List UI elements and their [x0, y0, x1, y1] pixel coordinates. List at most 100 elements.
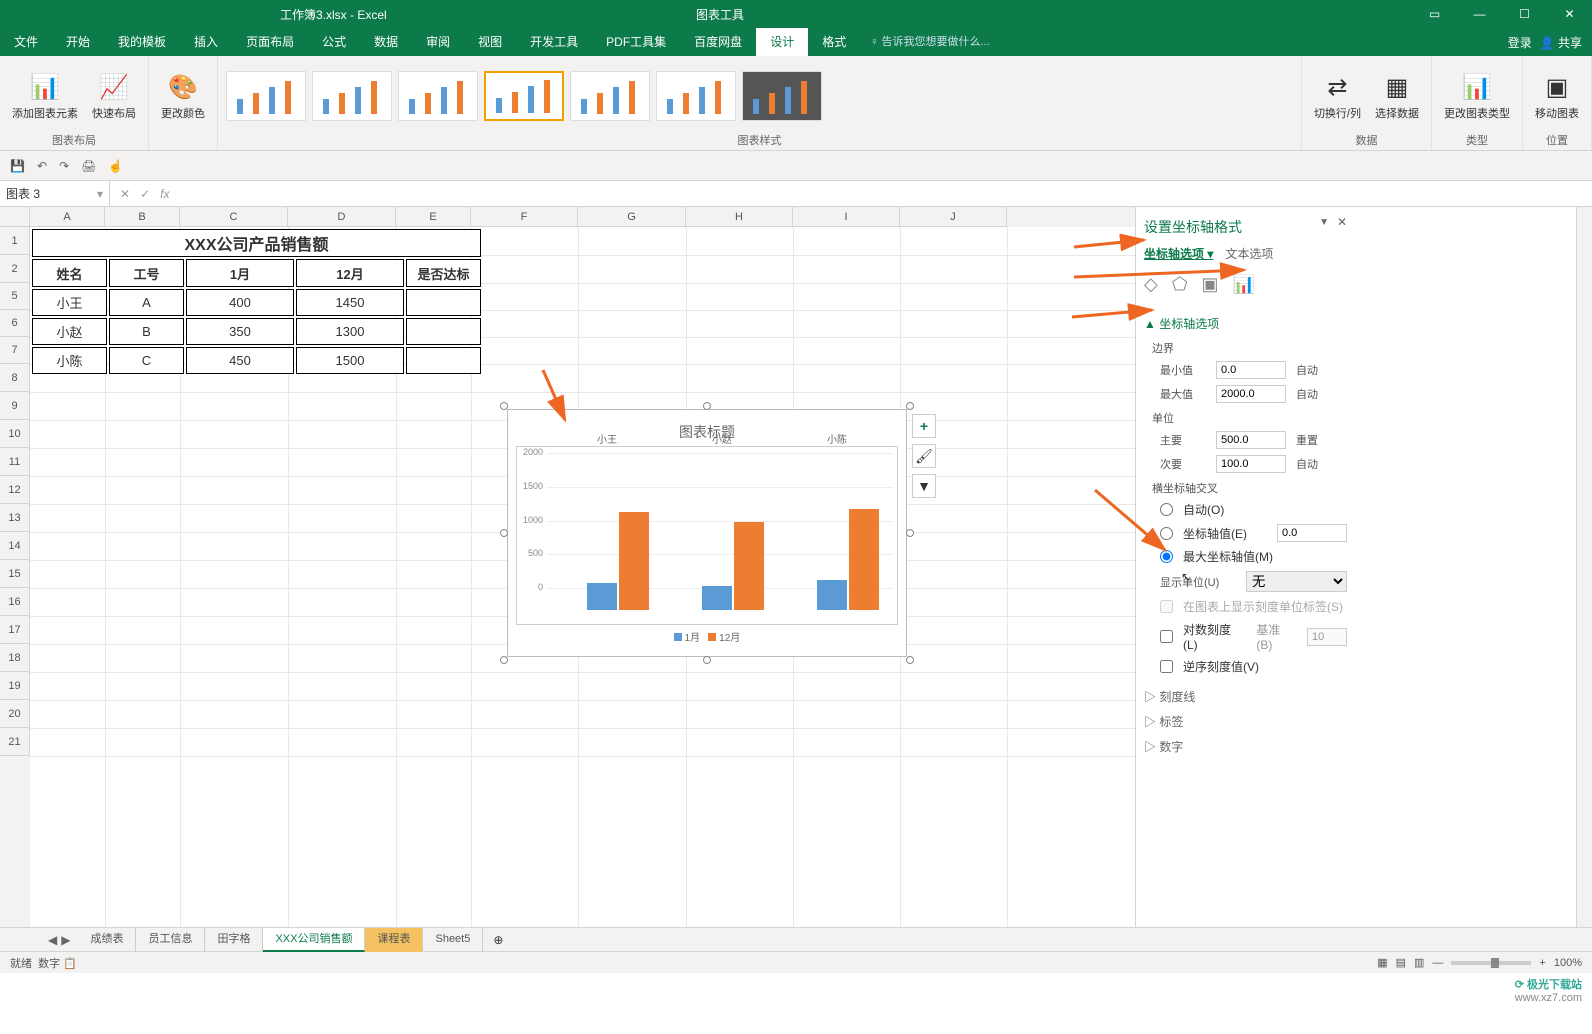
chart-styles-button[interactable]: 🖌 — [912, 444, 936, 468]
section-number[interactable]: ▷ 数字 — [1144, 734, 1347, 759]
tab-格式[interactable]: 格式 — [808, 28, 860, 56]
add-sheet-button[interactable]: ⊕ — [483, 933, 513, 947]
row-header[interactable]: 8 — [0, 364, 30, 392]
row-header[interactable]: 5 — [0, 283, 30, 310]
reverse-checkbox[interactable] — [1160, 660, 1173, 673]
cross-auto-radio[interactable] — [1160, 503, 1173, 516]
chart-style-3[interactable] — [398, 71, 478, 121]
sheet-nav-next[interactable]: ▶ — [61, 933, 70, 947]
touch-icon[interactable]: ☝ — [108, 159, 123, 173]
cross-max-radio[interactable] — [1160, 550, 1173, 563]
select-all-cell[interactable] — [0, 207, 30, 227]
cross-value-input[interactable] — [1277, 524, 1347, 542]
col-header[interactable]: J — [900, 207, 1007, 227]
sheet-tab[interactable]: XXX公司销售额 — [263, 928, 365, 952]
switch-row-col-button[interactable]: ⇄切换行/列 — [1310, 69, 1365, 123]
chart-bar[interactable] — [702, 586, 732, 610]
normal-view-icon[interactable]: ▦ — [1377, 956, 1387, 969]
tab-开始[interactable]: 开始 — [52, 28, 104, 56]
sheet-tab[interactable]: 员工信息 — [136, 928, 205, 952]
row-header[interactable]: 19 — [0, 672, 30, 700]
minor-unit-input[interactable] — [1216, 455, 1286, 473]
row-header[interactable]: 20 — [0, 700, 30, 728]
effects-icon[interactable]: ⬠ — [1172, 274, 1188, 295]
row-header[interactable]: 2 — [0, 255, 30, 283]
tab-PDF工具集[interactable]: PDF工具集 — [592, 28, 680, 56]
change-chart-type-button[interactable]: 📊更改图表类型 — [1440, 69, 1514, 123]
maximize-button[interactable]: ☐ — [1502, 0, 1547, 28]
col-header[interactable]: F — [471, 207, 578, 227]
col-header[interactable]: I — [793, 207, 900, 227]
chart-legend[interactable]: 1月 12月 — [516, 625, 898, 648]
tab-百度网盘[interactable]: 百度网盘 — [680, 28, 756, 56]
change-colors-button[interactable]: 🎨更改颜色 — [157, 69, 209, 123]
tell-me-input[interactable]: ♀ 告诉我您想要做什么... — [870, 28, 989, 56]
col-header[interactable]: D — [288, 207, 396, 227]
select-data-button[interactable]: ▦选择数据 — [1371, 69, 1423, 123]
cross-value-radio[interactable] — [1160, 527, 1173, 540]
row-header[interactable]: 9 — [0, 392, 30, 420]
enter-icon[interactable]: ✓ — [140, 187, 150, 201]
row-header[interactable]: 12 — [0, 476, 30, 504]
tab-axis-options[interactable]: 坐标轴选项 ▾ — [1144, 245, 1213, 262]
tab-公式[interactable]: 公式 — [308, 28, 360, 56]
sheet-tab[interactable]: 课程表 — [365, 928, 423, 952]
log-scale-checkbox[interactable] — [1160, 630, 1173, 643]
display-unit-select[interactable]: 无 — [1246, 571, 1347, 592]
zoom-slider[interactable] — [1451, 961, 1531, 965]
chart-bar[interactable] — [734, 522, 764, 610]
sheet-tab[interactable]: 成绩表 — [78, 928, 136, 952]
col-header[interactable]: B — [105, 207, 180, 227]
vertical-scrollbar[interactable] — [1576, 207, 1592, 927]
chart-style-6[interactable] — [656, 71, 736, 121]
tab-数据[interactable]: 数据 — [360, 28, 412, 56]
row-header[interactable]: 14 — [0, 532, 30, 560]
chart-style-5[interactable] — [570, 71, 650, 121]
col-header[interactable]: H — [686, 207, 793, 227]
row-header[interactable]: 16 — [0, 588, 30, 616]
page-break-icon[interactable]: ▥ — [1414, 956, 1424, 969]
max-value-input[interactable] — [1216, 385, 1286, 403]
tab-文件[interactable]: 文件 — [0, 28, 52, 56]
ribbon-options-icon[interactable]: ▭ — [1412, 0, 1457, 28]
chart-style-2[interactable] — [312, 71, 392, 121]
tab-我的模板[interactable]: 我的模板 — [104, 28, 180, 56]
min-value-input[interactable] — [1216, 361, 1286, 379]
row-header[interactable]: 21 — [0, 728, 30, 756]
chart-filters-button[interactable]: ▼ — [912, 474, 936, 498]
chart-plot-area[interactable]: 2000150010005000小王小赵小陈 — [516, 446, 898, 625]
tab-开发工具[interactable]: 开发工具 — [516, 28, 592, 56]
fill-line-icon[interactable]: ◇ — [1144, 274, 1158, 295]
redo-icon[interactable]: ↷ — [59, 159, 69, 173]
fx-icon[interactable]: fx — [160, 187, 169, 201]
sheet-nav-prev[interactable]: ◀ — [48, 933, 57, 947]
chart-bar[interactable] — [849, 509, 879, 610]
add-chart-element-button[interactable]: 📊添加图表元素 — [8, 69, 82, 123]
row-header[interactable]: 10 — [0, 420, 30, 448]
zoom-level[interactable]: 100% — [1554, 957, 1582, 969]
login-link[interactable]: 登录 — [1508, 34, 1532, 51]
major-unit-input[interactable] — [1216, 431, 1286, 449]
print-icon[interactable]: 🖨 — [81, 159, 96, 173]
row-header[interactable]: 13 — [0, 504, 30, 532]
col-header[interactable]: G — [578, 207, 686, 227]
close-pane-icon[interactable]: ✕ — [1337, 215, 1347, 229]
row-header[interactable]: 1 — [0, 227, 30, 255]
pane-options-icon[interactable]: ▼ — [1319, 217, 1329, 228]
chart-styles-gallery[interactable] — [226, 60, 1293, 132]
row-header[interactable]: 7 — [0, 337, 30, 364]
sheet-tab[interactable]: 田字格 — [205, 928, 263, 952]
chart-style-7[interactable] — [742, 71, 822, 121]
chart-elements-button[interactable]: + — [912, 414, 936, 438]
section-labels[interactable]: ▷ 标签 — [1144, 709, 1347, 734]
section-ticks[interactable]: ▷ 刻度线 — [1144, 684, 1347, 709]
tab-页面布局[interactable]: 页面布局 — [232, 28, 308, 56]
cancel-icon[interactable]: ✕ — [120, 187, 130, 201]
sheet-tab[interactable]: Sheet5 — [423, 928, 483, 952]
minimize-button[interactable]: — — [1457, 0, 1502, 28]
tab-审阅[interactable]: 审阅 — [412, 28, 464, 56]
chart-style-4[interactable] — [484, 71, 564, 121]
quick-layout-button[interactable]: 📈快速布局 — [88, 69, 140, 123]
share-button[interactable]: 👤 共享 — [1540, 34, 1582, 51]
section-axis-options[interactable]: ▲ 坐标轴选项 — [1144, 311, 1347, 336]
